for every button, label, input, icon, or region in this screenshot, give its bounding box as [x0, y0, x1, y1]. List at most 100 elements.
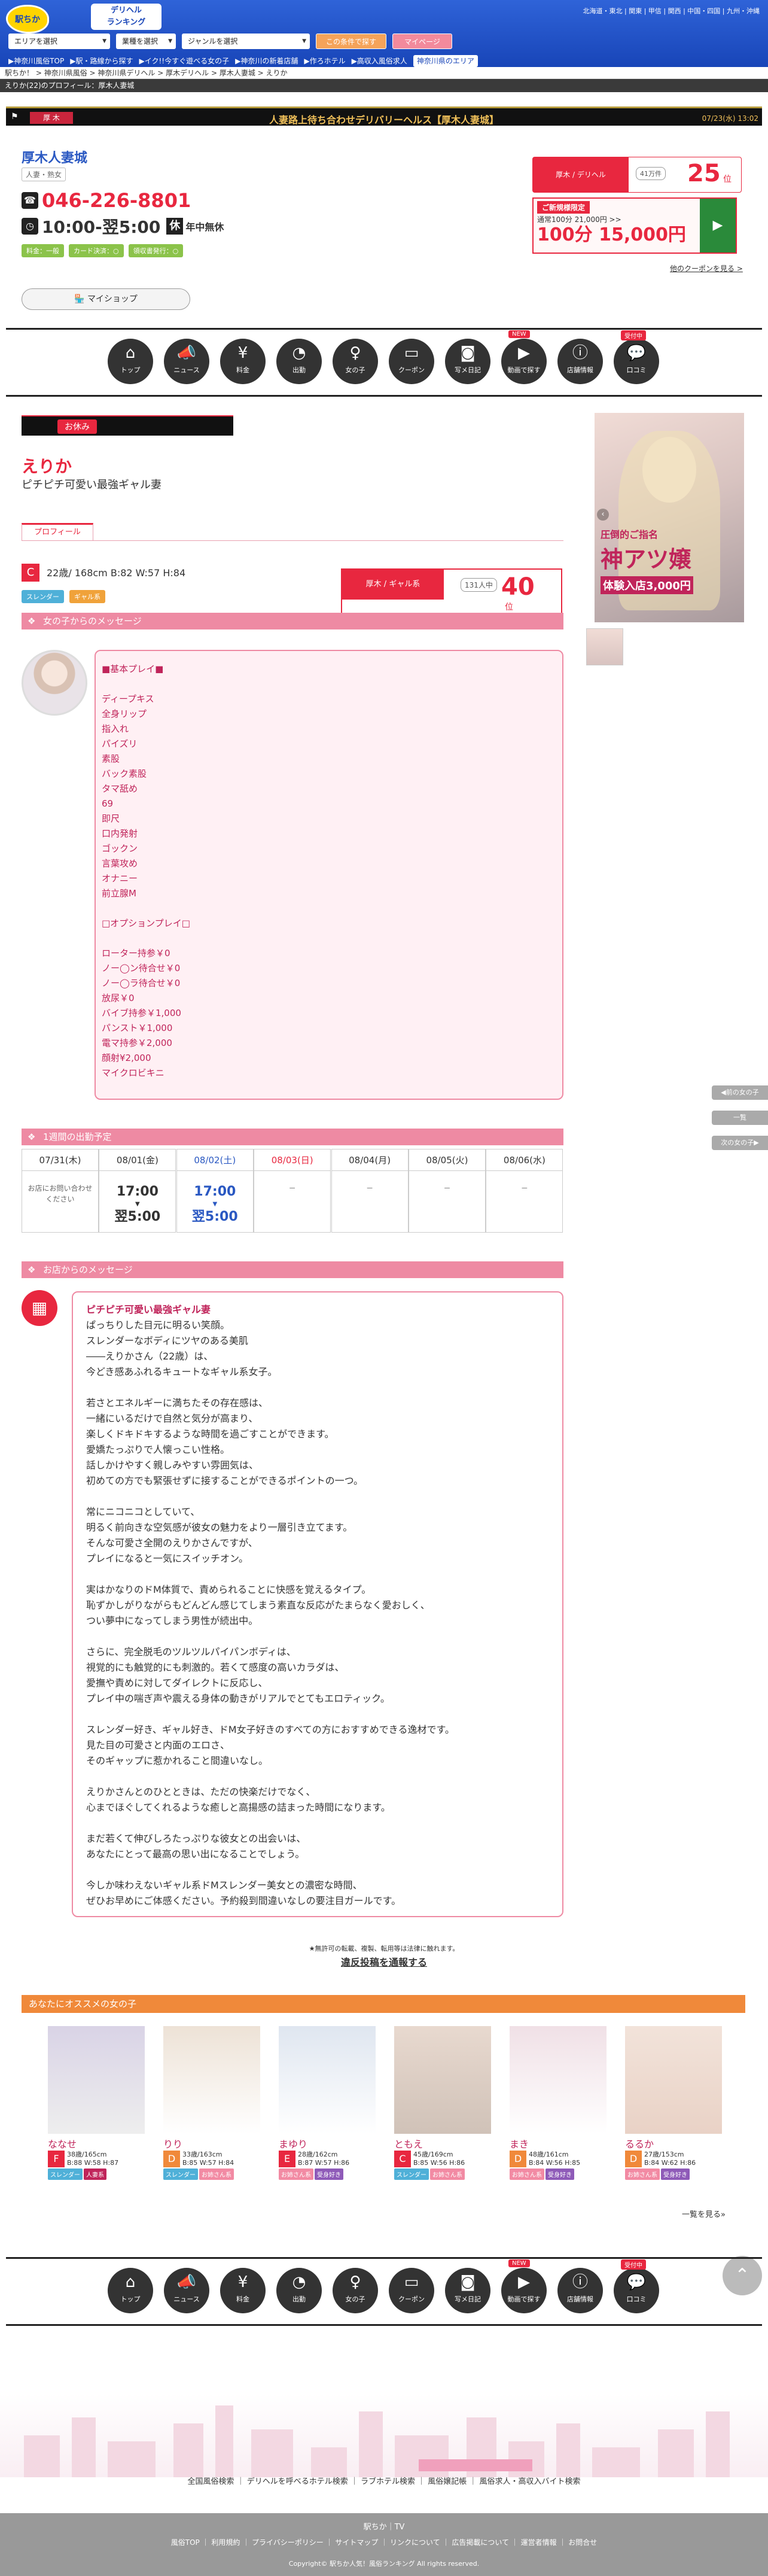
nav-item-5[interactable]: ▭ クーポン: [389, 2268, 434, 2313]
nav-icon: ▶: [518, 2273, 530, 2291]
photo-thumbnail[interactable]: [586, 628, 623, 665]
recommend-card[interactable]: まゆり E 28歳/162cm B:87 W:57 H:86 お姉さん系 受身好き: [279, 2026, 376, 2200]
nav-item-1[interactable]: 📣 ニュース: [164, 339, 209, 384]
mypage-button[interactable]: マイページ: [392, 34, 452, 49]
recommend-name[interactable]: りり: [163, 2134, 260, 2151]
girl-rank-box[interactable]: 厚木 / ギャル系 131人中 40 位: [341, 568, 562, 615]
nav-item-0[interactable]: ⌂ トップ: [108, 339, 153, 384]
recommend-spec: 45歳/169cm B:85 W:56 H:86: [413, 2151, 465, 2167]
recommend-tag: スレンダー: [48, 2169, 83, 2180]
nav-item-0[interactable]: ⌂ トップ: [108, 2268, 153, 2313]
recommend-photo[interactable]: [625, 2026, 722, 2134]
breadcrumb-item[interactable]: 厚木デリヘル: [166, 69, 209, 77]
nav-item-3[interactable]: ◔ 出勤: [276, 2268, 322, 2313]
site-logo[interactable]: 駅ちか: [6, 5, 49, 34]
nav-item-8[interactable]: ⓘ 店舗情報: [557, 2268, 603, 2313]
nav-label: トップ: [120, 366, 141, 374]
report-link[interactable]: 違反投稿を通報する: [0, 1954, 768, 1969]
recommend-name[interactable]: まき: [510, 2134, 607, 2151]
recommend-name[interactable]: るるか: [625, 2134, 722, 2151]
girl-photo[interactable]: 圧倒的ご指名 神アツ嬢 体験入店3,000円 ‹: [595, 413, 744, 622]
recommend-tag: お姉さん系: [279, 2169, 313, 2180]
footer-links[interactable]: 全国風俗検索 ｜ デリヘルを呼べるホテル検索 ｜ ラブホテル検索 ｜ 風俗嬢記帳…: [0, 2475, 768, 2486]
coupon-arrow-icon[interactable]: ▶: [700, 199, 736, 253]
nav-item-9[interactable]: 💬 口コミ 受付中: [614, 2259, 659, 2313]
schedule-day: 08/04(月) －: [331, 1149, 409, 1233]
recommend-more-link[interactable]: 一覧を見る»: [682, 2208, 726, 2219]
subnav-item[interactable]: ▶イク!!今すぐ遊べる女の子: [139, 57, 229, 65]
rank-count: 131人中: [461, 578, 497, 592]
recommend-card[interactable]: りり D 33歳/163cm B:85 W:57 H:84 スレンダー お姉さん系: [163, 2026, 260, 2200]
prev-girl-button[interactable]: ◀前の女の子: [712, 1085, 768, 1100]
store-title[interactable]: 人妻路上待ち合わせデリバリーヘルス【厚木人妻城】: [6, 112, 762, 126]
recommend-card[interactable]: るるか D 27歳/153cm B:84 W:62 H:86 お姉さん系 受身好き: [625, 2026, 722, 2200]
nav-icon: ⓘ: [572, 344, 588, 362]
nav-item-8[interactable]: ⓘ 店舗情報: [557, 339, 603, 384]
breadcrumb-item[interactable]: 神奈川県風俗: [44, 69, 87, 77]
recommend-photo[interactable]: [394, 2026, 491, 2134]
breadcrumb-item[interactable]: 駅ちか！: [5, 69, 33, 77]
region-links[interactable]: 北海道・東北 | 関東 | 甲信 | 関西 | 中国・四国 | 九州・沖縄: [583, 6, 760, 16]
tel-number[interactable]: 046-226-8801: [42, 189, 191, 212]
back-to-top-icon[interactable]: ⌃: [723, 2256, 762, 2295]
recommend-tag: スレンダー: [163, 2169, 198, 2180]
nav-item-6[interactable]: ◙ 写メ日記: [445, 2268, 490, 2313]
nav-item-1[interactable]: 📣 ニュース: [164, 2268, 209, 2313]
nav-item-2[interactable]: ¥ 料金: [220, 2268, 266, 2313]
nav-item-6[interactable]: ◙ 写メ日記: [445, 339, 490, 384]
subnav-item[interactable]: ▶駅・路線から探す: [70, 57, 133, 65]
subnav-item[interactable]: ▶作ろホテル: [304, 57, 345, 65]
area-select[interactable]: エリアを選択: [8, 34, 110, 49]
city-skyline: [0, 2393, 768, 2477]
rank-badge[interactable]: デリヘル ランキング: [91, 4, 161, 30]
prev-photo-icon[interactable]: ‹: [597, 509, 609, 521]
recommend-photo[interactable]: [510, 2026, 607, 2134]
nav-item-7[interactable]: ▶ 動画で探す NEW: [501, 330, 547, 384]
schedule-date: 08/03(日): [254, 1149, 331, 1171]
nav-item-4[interactable]: ♀ 女の子: [333, 339, 378, 384]
next-girl-button[interactable]: 次の女の子▶: [712, 1136, 768, 1150]
recommend-tag: 受身好き: [315, 2169, 343, 2180]
genre-select[interactable]: ジャンルを選択: [182, 34, 310, 49]
footer-brand[interactable]: 駅ちか｜TV: [0, 2520, 768, 2532]
recommend-card[interactable]: ななせ F 38歳/165cm B:88 W:58 H:87 スレンダー 人妻系: [48, 2026, 145, 2200]
recommend-name[interactable]: まゆり: [279, 2134, 376, 2151]
recommend-photo[interactable]: [48, 2026, 145, 2134]
footer-bottom-links[interactable]: 風俗TOP ｜ 利用規約 ｜ プライバシーポリシー ｜ サイトマップ ｜ リンク…: [0, 2537, 768, 2547]
recommend-card[interactable]: まき D 48歳/161cm B:84 W:56 H:85 お姉さん系 受身好き: [510, 2026, 607, 2200]
nav-item-4[interactable]: ♀ 女の子: [333, 2268, 378, 2313]
nav-item-3[interactable]: ◔ 出勤: [276, 339, 322, 384]
tab-profile[interactable]: プロフィール: [22, 523, 93, 541]
type-select[interactable]: 業種を選択: [116, 34, 176, 49]
breadcrumb-item[interactable]: 神奈川県デリヘル: [97, 69, 155, 77]
recommend-name[interactable]: ともえ: [394, 2134, 491, 2151]
nav-label: クーポン: [398, 2295, 425, 2303]
schedule-body: お店にお問い合わせ ください: [22, 1171, 98, 1205]
recommend-name[interactable]: ななせ: [48, 2134, 145, 2151]
nav-icon: ◔: [292, 2273, 306, 2291]
subnav-item[interactable]: ▶神奈川風俗TOP: [8, 57, 64, 65]
area-tag[interactable]: 神奈川県のエリア: [413, 55, 478, 67]
nav-label: 写メ日記: [455, 2295, 481, 2303]
cup-badge: F: [48, 2151, 65, 2167]
search-button[interactable]: この条件で探す: [316, 34, 386, 49]
subnav-item[interactable]: ▶神奈川の新着店舗: [235, 57, 298, 65]
myshop-button[interactable]: 🏪 マイショップ: [22, 288, 190, 310]
recommend-card[interactable]: ともえ C 45歳/169cm B:85 W:56 H:86 スレンダー お姉さん系: [394, 2026, 491, 2200]
shop-rank-box[interactable]: 厚木 / デリヘル 41万件 25 位: [532, 157, 742, 193]
nav-item-9[interactable]: 💬 口コミ 受付中: [614, 330, 659, 384]
nav-icon: ♀: [349, 2273, 361, 2291]
breadcrumb-item[interactable]: 厚木人妻城: [220, 69, 255, 77]
subnav-item[interactable]: ▶高収入風俗求人: [352, 57, 407, 65]
nav-item-2[interactable]: ¥ 料金: [220, 339, 266, 384]
coupon-more-link[interactable]: 他のクーポンを見る >: [670, 263, 743, 273]
recommend-tag: 受身好き: [661, 2169, 690, 2180]
nav-item-5[interactable]: ▭ クーポン: [389, 339, 434, 384]
recommend-photo[interactable]: [279, 2026, 376, 2134]
divider: [6, 328, 762, 330]
list-button[interactable]: 一覧: [712, 1111, 768, 1125]
shop-name[interactable]: 厚木人妻城: [22, 147, 87, 166]
nav-item-7[interactable]: ▶ 動画で探す NEW: [501, 2259, 547, 2313]
coupon-card[interactable]: ご新規様限定 通常100分 21,000円 >> 100分 15,000円 ▶: [532, 197, 737, 254]
recommend-photo[interactable]: [163, 2026, 260, 2134]
